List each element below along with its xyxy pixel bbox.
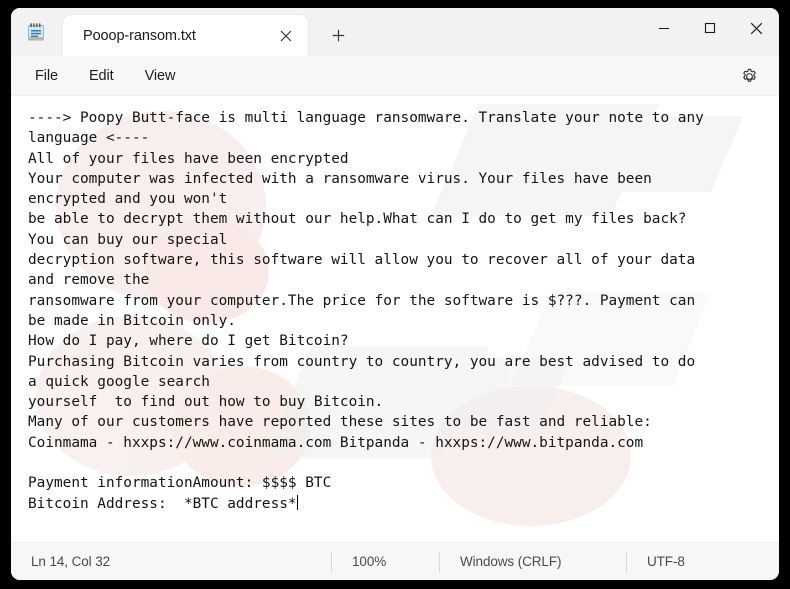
gear-icon[interactable] xyxy=(733,60,765,92)
new-tab-icon[interactable] xyxy=(320,17,356,53)
status-encoding[interactable]: UTF-8 xyxy=(627,551,779,573)
status-zoom-level[interactable]: 100% xyxy=(332,551,439,573)
document-text[interactable]: ----> Poopy Butt-face is multi language … xyxy=(11,96,779,514)
menu-bar: File Edit View xyxy=(11,56,779,96)
doc-line: You can buy our special xyxy=(28,231,228,248)
doc-line: be made in Bitcoin only. xyxy=(28,312,236,329)
menu-item-view[interactable]: View xyxy=(134,63,187,89)
text-editor[interactable]: ----> Poopy Butt-face is multi language … xyxy=(11,96,779,542)
doc-line: and remove the xyxy=(28,272,150,289)
doc-line: a quick google search xyxy=(28,373,210,390)
notepad-icon xyxy=(25,21,47,43)
doc-line: Coinmama - hxxps://www.coinmama.com Bitp… xyxy=(28,434,644,451)
doc-line: Bitcoin Address: *BTC address* xyxy=(28,495,297,512)
doc-line: encrypted and you won't xyxy=(28,191,228,208)
doc-line: be able to decrypt them without our help… xyxy=(28,211,687,228)
title-bar: Pooop-ransom.txt xyxy=(11,8,779,56)
doc-line: ransomware from your computer.The price … xyxy=(28,292,696,309)
close-window-icon[interactable] xyxy=(733,8,779,48)
menu-item-file[interactable]: File xyxy=(24,63,69,89)
doc-line: Your computer was infected with a ransom… xyxy=(28,170,652,187)
close-tab-icon[interactable] xyxy=(272,22,300,50)
doc-line: All of your files have been encrypted xyxy=(28,150,349,167)
status-bar: Ln 14, Col 32 100% Windows (CRLF) UTF-8 xyxy=(11,542,779,580)
text-caret xyxy=(296,494,298,510)
notepad-window: Pooop-ransom.txt File Edit View ----> Po… xyxy=(11,8,779,580)
doc-line: How do I pay, where do I get Bitcoin? xyxy=(28,333,349,350)
menu-item-edit[interactable]: Edit xyxy=(78,63,125,89)
tab-strip: Pooop-ransom.txt xyxy=(63,8,356,56)
screen: Pooop-ransom.txt File Edit View ----> Po… xyxy=(0,0,790,589)
tab-pooop-ransom[interactable]: Pooop-ransom.txt xyxy=(63,15,308,56)
window-caption-buttons xyxy=(641,8,779,48)
doc-line: yourself to find out how to buy Bitcoin. xyxy=(28,394,384,411)
doc-line: ----> Poopy Butt-face is multi language … xyxy=(28,110,704,126)
doc-line: Many of our customers have reported thes… xyxy=(28,414,652,431)
status-line-ending[interactable]: Windows (CRLF) xyxy=(440,551,626,573)
doc-line: Purchasing Bitcoin varies from country t… xyxy=(28,353,696,370)
tab-title: Pooop-ransom.txt xyxy=(83,27,196,44)
maximize-icon[interactable] xyxy=(687,8,733,48)
minimize-icon[interactable] xyxy=(641,8,687,48)
status-cursor-position[interactable]: Ln 14, Col 32 xyxy=(11,551,331,573)
doc-line: Payment informationAmount: $$$$ BTC xyxy=(28,475,332,492)
doc-line: language <---- xyxy=(28,130,150,147)
doc-line: decryption software, this software will … xyxy=(28,252,696,269)
